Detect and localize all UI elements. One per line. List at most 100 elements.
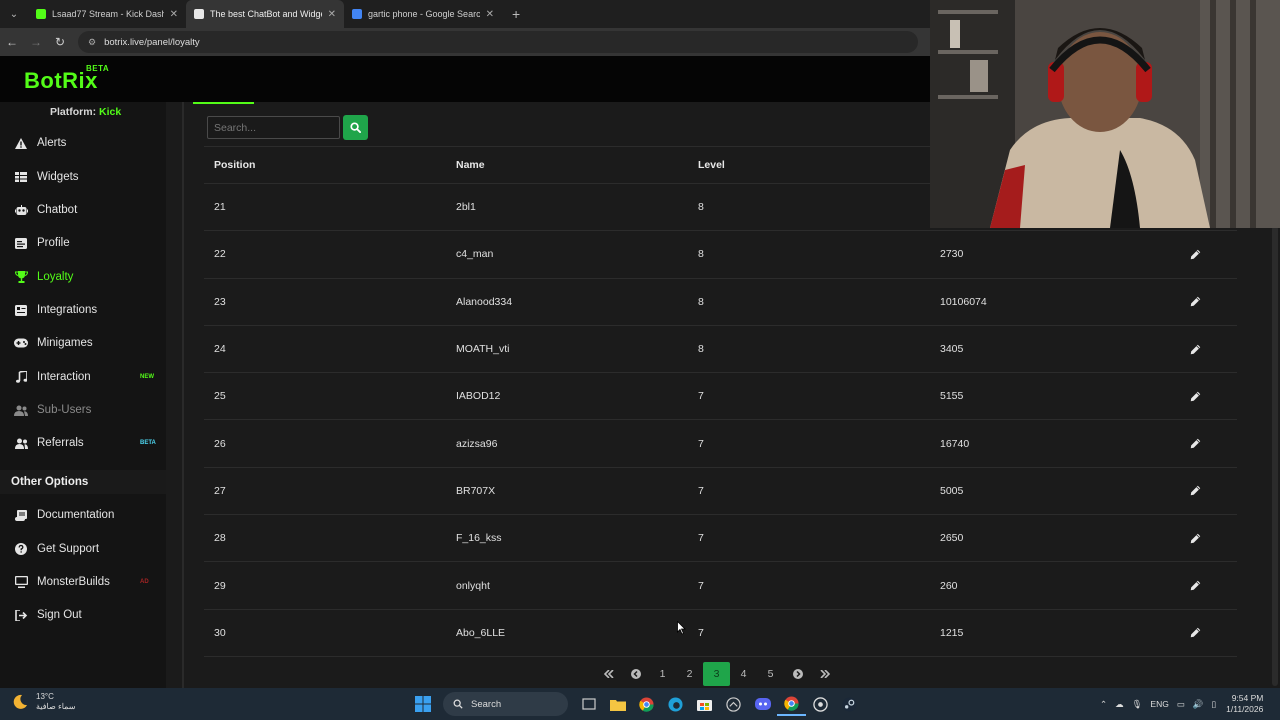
windows-taskbar: 13°C سماء صافية Search ⌃ ☁ 🎙 ENG ▭ 🔊 ▯ 9… bbox=[0, 688, 1280, 720]
trophy-icon bbox=[14, 270, 28, 284]
browser-tab[interactable]: Lsaad77 Stream - Kick Dashboard ✕ bbox=[28, 0, 186, 28]
edit-pencil-icon[interactable] bbox=[1188, 295, 1202, 309]
onedrive-icon[interactable]: ☁ bbox=[1115, 699, 1124, 710]
sidebar-item-monsterbuilds[interactable]: MonsterBuilds AD bbox=[0, 569, 166, 595]
sidebar: Platform: Kick Alerts Widgets Chatbot Profi… bbox=[0, 102, 166, 688]
taskbar-search[interactable]: Search bbox=[443, 692, 568, 716]
page-2-button[interactable]: 2 bbox=[676, 662, 703, 686]
reload-icon[interactable]: ↻ bbox=[48, 35, 72, 49]
search-button[interactable] bbox=[343, 115, 368, 140]
sidebar-item-minigames[interactable]: Minigames bbox=[0, 330, 166, 356]
page-scrollbar[interactable] bbox=[1272, 226, 1278, 686]
row-position: 21 bbox=[214, 201, 226, 214]
row-position: 30 bbox=[214, 626, 226, 639]
sidebar-item-profile[interactable]: Profile bbox=[0, 230, 166, 256]
tab-title: The best ChatBot and Widgets bbox=[210, 9, 322, 19]
row-name: c4_man bbox=[456, 248, 494, 261]
obs-icon[interactable] bbox=[806, 692, 835, 716]
app-icon[interactable] bbox=[719, 692, 748, 716]
sidebar-item-documentation[interactable]: Documentation bbox=[0, 502, 166, 528]
sidebar-item-label: Integrations bbox=[37, 304, 98, 316]
taskbar-search-icon bbox=[453, 699, 463, 709]
discord-icon[interactable] bbox=[748, 692, 777, 716]
site-info-icon[interactable]: ⚙ bbox=[88, 37, 96, 48]
new-tab-plus-icon[interactable]: + bbox=[512, 6, 520, 22]
file-explorer-icon[interactable] bbox=[603, 692, 632, 716]
edit-pencil-icon[interactable] bbox=[1188, 484, 1202, 498]
gamepad-icon bbox=[14, 336, 28, 350]
row-level: 8 bbox=[698, 248, 704, 261]
edit-pencil-icon[interactable] bbox=[1188, 531, 1202, 545]
sidebar-item-widgets[interactable]: Widgets bbox=[0, 164, 166, 190]
browser-tab[interactable]: The best ChatBot and Widgets ✕ bbox=[186, 0, 344, 28]
task-view-icon[interactable] bbox=[574, 692, 603, 716]
row-level: 7 bbox=[698, 390, 704, 403]
tab-search-chevron-icon[interactable]: ⌄ bbox=[0, 0, 28, 28]
speaker-icon[interactable]: 🔊 bbox=[1193, 699, 1204, 710]
battery-icon[interactable]: ▯ bbox=[1211, 699, 1216, 710]
row-position: 22 bbox=[214, 248, 226, 261]
tab-favicon-icon bbox=[36, 9, 46, 19]
tray-chevron-up-icon[interactable]: ⌃ bbox=[1100, 699, 1107, 710]
tab-close-icon[interactable]: ✕ bbox=[328, 9, 336, 20]
chevron-circle-left-icon bbox=[630, 669, 641, 679]
row-points: 5155 bbox=[940, 390, 964, 403]
sidebar-item-interaction[interactable]: Interaction NEW bbox=[0, 364, 166, 390]
back-arrow-icon[interactable]: ← bbox=[0, 35, 24, 49]
mouse-cursor-icon bbox=[677, 621, 686, 635]
warning-icon bbox=[14, 136, 28, 150]
edit-pencil-icon[interactable] bbox=[1188, 437, 1202, 451]
search-input[interactable] bbox=[207, 116, 340, 139]
display-icon[interactable]: ▭ bbox=[1177, 699, 1185, 710]
weather-widget[interactable]: 13°C سماء صافية bbox=[12, 692, 76, 712]
tab-close-icon[interactable]: ✕ bbox=[486, 9, 494, 20]
address-bar[interactable]: ⚙ botrix.live/panel/loyalty bbox=[78, 31, 918, 53]
steam-icon[interactable] bbox=[835, 692, 864, 716]
edit-pencil-icon[interactable] bbox=[1188, 247, 1202, 261]
windows-start-icon[interactable] bbox=[408, 692, 437, 716]
double-chevron-left-icon bbox=[603, 670, 614, 678]
browser-tab[interactable]: gartic phone - Google Search ✕ bbox=[344, 0, 502, 28]
sidebar-item-chatbot[interactable]: Chatbot bbox=[0, 197, 166, 223]
forward-arrow-icon[interactable]: → bbox=[24, 35, 48, 49]
edit-pencil-icon[interactable] bbox=[1188, 342, 1202, 356]
sidebar-item-sub-users[interactable]: Sub-Users bbox=[0, 397, 166, 423]
sidebar-item-loyalty[interactable]: Loyalty bbox=[0, 264, 166, 290]
page-5-button[interactable]: 5 bbox=[757, 662, 784, 686]
tab-favicon-icon bbox=[194, 9, 204, 19]
taskbar-clock[interactable]: 9:54 PM 1/11/2026 bbox=[1226, 693, 1263, 715]
next-page-button[interactable] bbox=[784, 662, 811, 686]
row-position: 29 bbox=[214, 579, 226, 592]
row-points: 2730 bbox=[940, 248, 964, 261]
sidebar-item-alerts[interactable]: Alerts bbox=[0, 130, 166, 156]
tab-close-icon[interactable]: ✕ bbox=[170, 9, 178, 20]
language-indicator[interactable]: ENG bbox=[1150, 699, 1168, 709]
page-4-button[interactable]: 4 bbox=[730, 662, 757, 686]
microphone-icon[interactable]: 🎙 bbox=[1132, 699, 1143, 710]
store-icon[interactable] bbox=[690, 692, 719, 716]
row-points: 5005 bbox=[940, 484, 964, 497]
edit-pencil-icon[interactable] bbox=[1188, 389, 1202, 403]
edit-pencil-icon[interactable] bbox=[1188, 579, 1202, 593]
sidebar-item-integrations[interactable]: Integrations bbox=[0, 297, 166, 323]
platform-value: Kick bbox=[99, 106, 122, 118]
last-page-button[interactable] bbox=[811, 662, 838, 686]
chrome-icon[interactable] bbox=[632, 692, 661, 716]
sidebar-item-sign-out[interactable]: Sign Out bbox=[0, 602, 166, 628]
row-points: 2650 bbox=[940, 532, 964, 545]
sidebar-item-label: Chatbot bbox=[37, 204, 78, 216]
first-page-button[interactable] bbox=[595, 662, 622, 686]
page-1-button[interactable]: 1 bbox=[649, 662, 676, 686]
sidebar-item-get-support[interactable]: Get Support bbox=[0, 536, 166, 562]
search-icon bbox=[350, 122, 361, 133]
chrome-active-icon[interactable] bbox=[777, 692, 806, 716]
sidebar-badge: BETA bbox=[140, 440, 156, 446]
page-3-button[interactable]: 3 bbox=[703, 662, 730, 686]
sidebar-item-referrals[interactable]: Referrals BETA bbox=[0, 430, 166, 456]
prev-page-button[interactable] bbox=[622, 662, 649, 686]
row-points: 3405 bbox=[940, 343, 964, 356]
edge-icon[interactable] bbox=[661, 692, 690, 716]
edit-pencil-icon[interactable] bbox=[1188, 626, 1202, 640]
botrix-logo[interactable]: BotRix BETA bbox=[24, 64, 109, 94]
clock-time: 9:54 PM bbox=[1231, 693, 1264, 703]
